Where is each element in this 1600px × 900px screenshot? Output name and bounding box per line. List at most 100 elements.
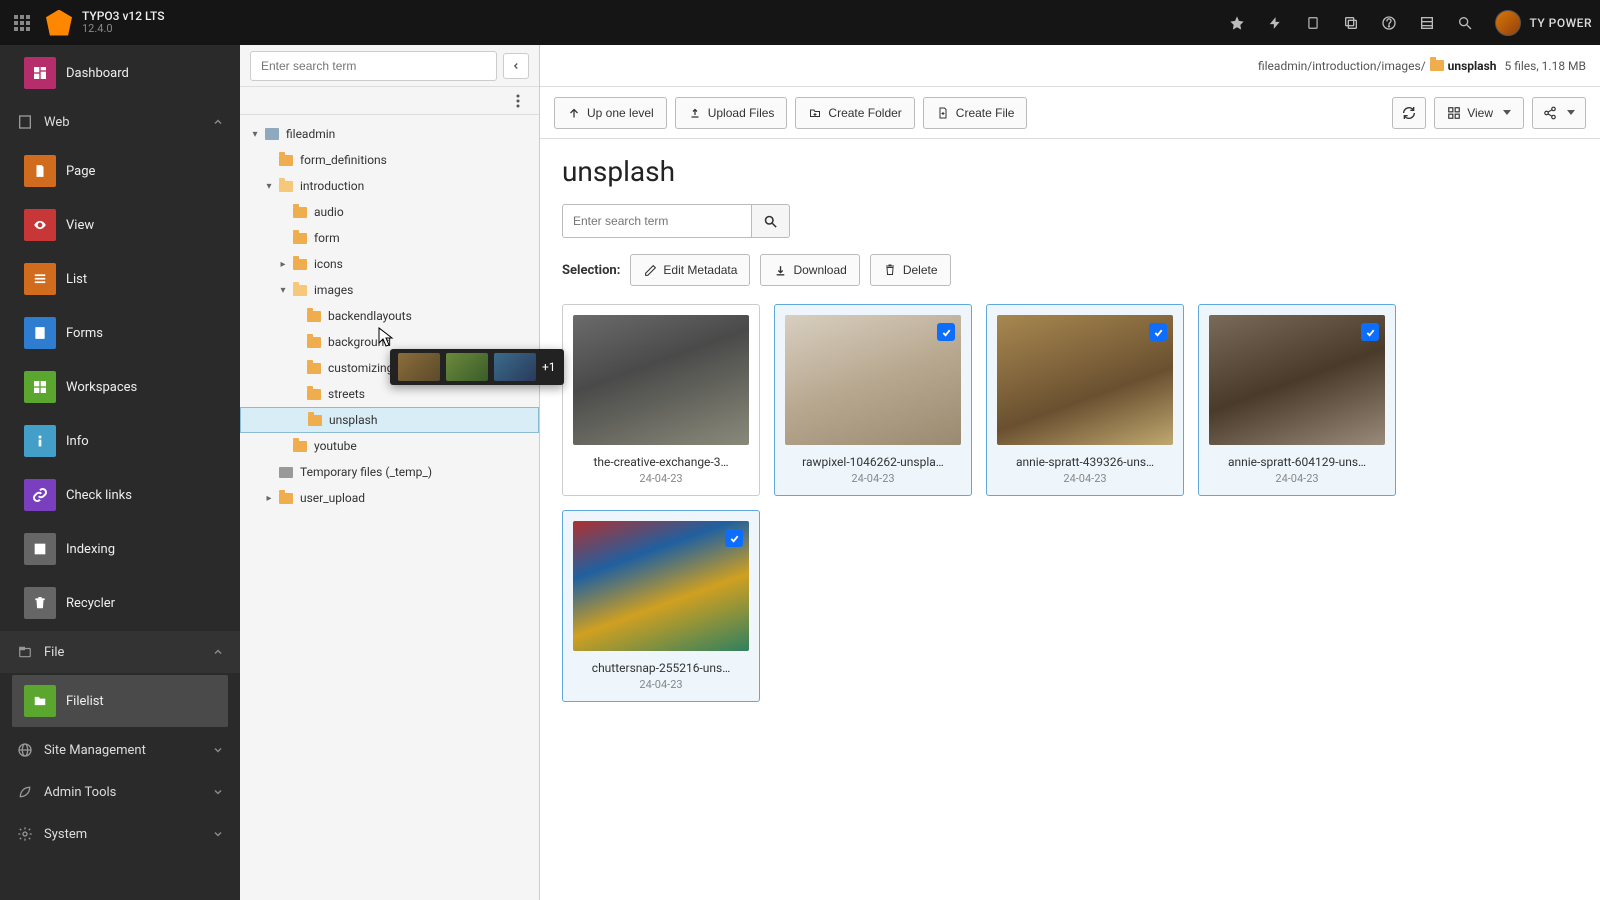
module-indexing[interactable]: Indexing <box>12 523 228 575</box>
tree-node[interactable]: ▾introduction <box>240 173 539 199</box>
file-date: 24-04-23 <box>775 472 971 485</box>
folder-icon <box>293 233 307 244</box>
folder-icon <box>279 493 293 504</box>
module-workspaces[interactable]: Workspaces <box>12 361 228 413</box>
chevron-down-icon[interactable]: ▾ <box>276 283 290 297</box>
module-info[interactable]: Info <box>12 415 228 467</box>
chevron-right-icon[interactable]: ▸ <box>276 257 290 271</box>
info-icon <box>24 425 56 457</box>
folder-icon <box>307 337 321 348</box>
file-date: 24-04-23 <box>563 472 759 485</box>
file-tree-panel: ▾fileadmin form_definitions ▾introductio… <box>240 45 540 900</box>
chevron-down-icon <box>212 786 224 798</box>
topbar: TYPO3 v12 LTS 12.4.0 TY POWER <box>0 0 1600 45</box>
document-icon[interactable] <box>1297 7 1329 39</box>
tree-more-icon[interactable] <box>507 90 529 112</box>
file-tile[interactable]: chuttersnap-255216-uns…24-04-23 <box>562 510 760 702</box>
folder-icon <box>307 311 321 322</box>
file-tile[interactable]: the-creative-exchange-3… 24-04-23 <box>562 304 760 496</box>
flash-icon[interactable] <box>1259 7 1291 39</box>
module-check-links[interactable]: Check links <box>12 469 228 521</box>
tree-node[interactable]: form <box>240 225 539 251</box>
tree-node[interactable]: ▸icons <box>240 251 539 277</box>
module-group-file[interactable]: File <box>0 631 240 673</box>
copy-icon[interactable] <box>1335 7 1367 39</box>
download-icon <box>773 263 787 277</box>
module-group-admin[interactable]: Admin Tools <box>0 771 240 813</box>
temp-folder-icon <box>279 467 293 478</box>
download-button[interactable]: Download <box>760 254 859 286</box>
module-group-site[interactable]: Site Management <box>0 729 240 771</box>
indexing-icon <box>24 533 56 565</box>
content-search-input[interactable] <box>562 204 752 238</box>
forms-icon <box>24 317 56 349</box>
module-view[interactable]: View <box>12 199 228 251</box>
upload-files-button[interactable]: Upload Files <box>675 97 788 129</box>
chevron-right-icon[interactable]: ▸ <box>262 491 276 505</box>
up-arrow-icon <box>567 106 581 120</box>
tree-node[interactable]: backendlayouts <box>240 303 539 329</box>
help-icon[interactable] <box>1373 7 1405 39</box>
list-icon[interactable] <box>1411 7 1443 39</box>
module-forms[interactable]: Forms <box>12 307 228 359</box>
tree-node[interactable]: form_definitions <box>240 147 539 173</box>
brand: TYPO3 v12 LTS 12.4.0 <box>82 10 165 35</box>
module-recycler[interactable]: Recycler <box>12 577 228 629</box>
breadcrumb-path[interactable]: fileadmin/introduction/images/ <box>1258 59 1426 73</box>
bookmark-icon[interactable] <box>1221 7 1253 39</box>
module-list[interactable]: List <box>12 253 228 305</box>
typo3-logo-icon[interactable] <box>46 10 72 36</box>
up-one-level-button[interactable]: Up one level <box>554 97 667 129</box>
module-dashboard[interactable]: Dashboard <box>12 47 228 99</box>
view-mode-button[interactable]: View <box>1434 97 1524 129</box>
tree-node[interactable]: ▸user_upload <box>240 485 539 511</box>
tree-node[interactable]: Temporary files (_temp_) <box>240 459 539 485</box>
module-group-web[interactable]: Web <box>0 101 240 143</box>
delete-button[interactable]: Delete <box>870 254 951 286</box>
refresh-button[interactable] <box>1392 97 1426 129</box>
share-button[interactable] <box>1532 97 1586 129</box>
file-tiles: the-creative-exchange-3…24-04-23rawpixel… <box>562 304 1578 702</box>
tree-node[interactable]: youtube <box>240 433 539 459</box>
create-folder-button[interactable]: Create Folder <box>795 97 914 129</box>
gear-icon <box>16 825 34 843</box>
file-tile[interactable]: annie-spratt-439326-uns…24-04-23 <box>986 304 1184 496</box>
chevron-up-icon <box>212 646 224 658</box>
file-tile[interactable]: annie-spratt-604129-uns…24-04-23 <box>1198 304 1396 496</box>
checkbox-checked-icon[interactable] <box>1361 323 1379 341</box>
grid-view-icon <box>1447 106 1461 120</box>
dashboard-icon <box>24 57 56 89</box>
file-name: rawpixel-1046262-unspla… <box>775 455 971 469</box>
search-icon[interactable] <box>1449 7 1481 39</box>
edit-metadata-button[interactable]: Edit Metadata <box>630 254 750 286</box>
apps-icon[interactable] <box>8 9 36 37</box>
file-name: the-creative-exchange-3… <box>563 455 759 469</box>
chevron-down-icon[interactable]: ▾ <box>248 127 262 141</box>
tree-node-root[interactable]: ▾fileadmin <box>240 121 539 147</box>
collapse-tree-button[interactable] <box>503 53 529 79</box>
module-filelist[interactable]: Filelist <box>12 675 228 727</box>
tree-search-input[interactable] <box>250 51 497 81</box>
file-thumbnail <box>1209 315 1385 445</box>
folder-open-icon <box>293 285 307 296</box>
folder-icon <box>1430 60 1444 71</box>
chevron-down-icon[interactable]: ▾ <box>262 179 276 193</box>
trash-icon <box>883 263 897 277</box>
tree-node-unsplash[interactable]: unsplash <box>240 407 539 433</box>
brand-version: 12.4.0 <box>82 23 165 35</box>
tree-node[interactable]: audio <box>240 199 539 225</box>
storage-icon <box>265 128 279 140</box>
checkbox-checked-icon[interactable] <box>937 323 955 341</box>
drag-thumb-icon <box>446 353 488 381</box>
user-menu[interactable]: TY POWER <box>1495 10 1592 36</box>
checkbox-checked-icon[interactable] <box>1149 323 1167 341</box>
view-icon <box>24 209 56 241</box>
file-tile[interactable]: rawpixel-1046262-unspla… 24-04-23 <box>774 304 972 496</box>
module-page[interactable]: Page <box>12 145 228 197</box>
chevron-down-icon <box>212 744 224 756</box>
tree-node[interactable]: ▾images <box>240 277 539 303</box>
module-group-system[interactable]: System <box>0 813 240 855</box>
content-search-button[interactable] <box>752 204 790 238</box>
create-file-button[interactable]: Create File <box>923 97 1028 129</box>
checkbox-checked-icon[interactable] <box>725 529 743 547</box>
